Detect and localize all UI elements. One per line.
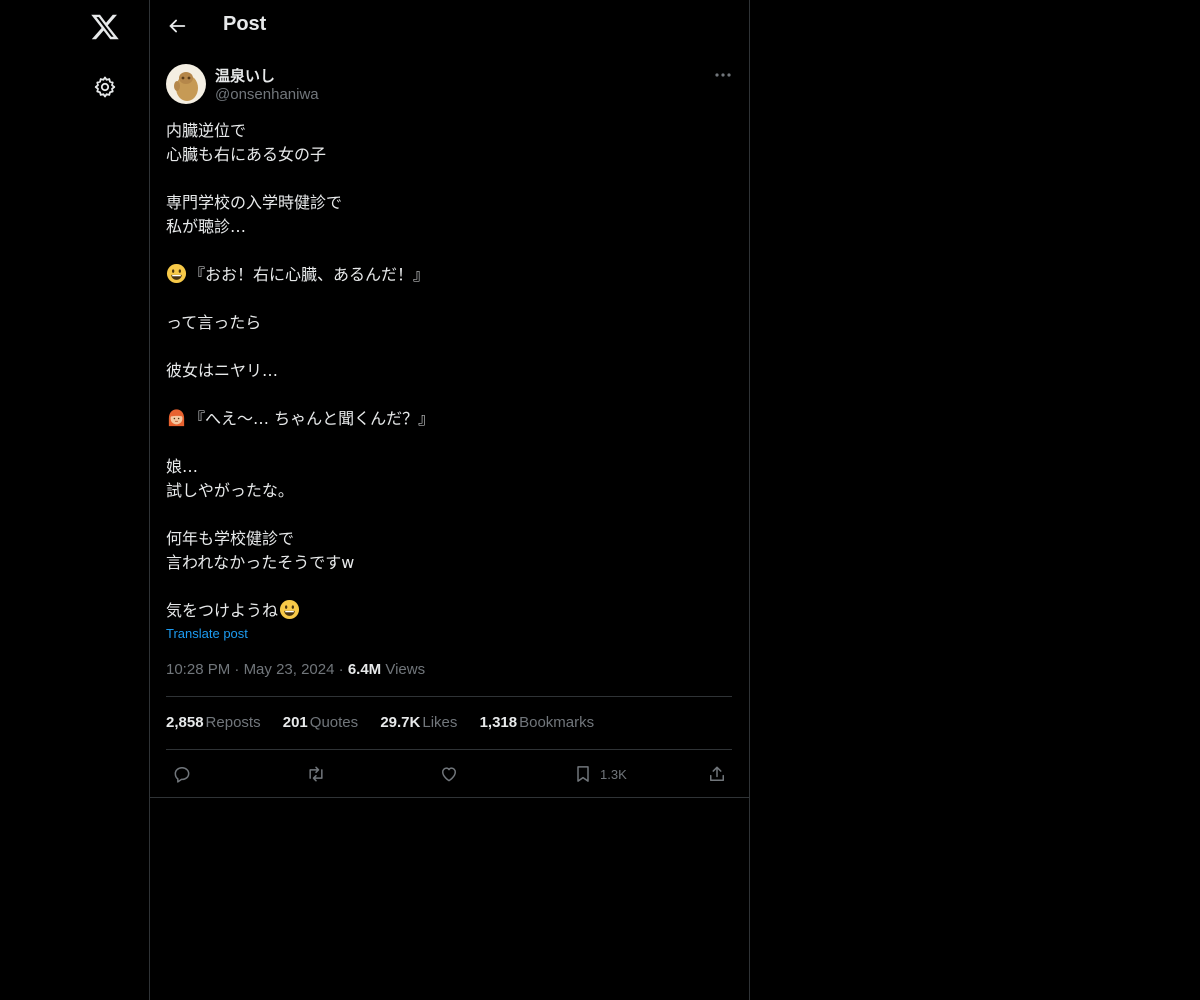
stat-reposts[interactable]: 2,858 Reposts xyxy=(166,714,261,731)
reply-button[interactable] xyxy=(172,760,192,788)
post-line: 専門学校の入学時健診で xyxy=(166,193,343,212)
action-bar: 1.3K xyxy=(166,760,732,788)
post-line: って言ったら xyxy=(166,313,262,332)
translate-post-link[interactable]: Translate post xyxy=(166,626,248,641)
views-count: 6.4M xyxy=(347,661,382,678)
meta-dot: · xyxy=(234,661,244,678)
gear-icon[interactable] xyxy=(93,75,117,99)
post-line: 何年も学校健診で xyxy=(166,529,295,548)
share-icon xyxy=(710,766,724,781)
post-header: Post xyxy=(150,0,749,53)
post-text: 内臓逆位で 心臓も右にある女の子 専門学校の入学時健診で 私が聴診… 『おお！右… xyxy=(166,119,726,623)
meta-dot: · xyxy=(338,661,348,678)
post-line: 試しやがったな。 xyxy=(166,481,294,500)
share-button[interactable] xyxy=(707,760,727,788)
bookmark-button[interactable]: 1.3K xyxy=(573,760,627,788)
author-handle[interactable]: @onsenhaniwa xyxy=(215,86,319,103)
left-nav xyxy=(0,0,149,1000)
stat-quotes[interactable]: 201 Quotes xyxy=(283,714,358,731)
like-button[interactable] xyxy=(439,760,459,788)
page-title: Post xyxy=(223,13,267,35)
divider xyxy=(150,797,749,798)
repost-button[interactable] xyxy=(306,760,326,788)
post-line: 『おお！右に心臓、あるんだ！』 xyxy=(189,265,430,284)
stat-likes[interactable]: 29.7K Likes xyxy=(380,714,457,731)
heart-icon xyxy=(442,767,456,782)
divider xyxy=(166,696,732,697)
grinning-face-emoji-icon xyxy=(279,599,300,620)
post-line: 彼女はニヤリ… xyxy=(166,361,279,380)
post-column: Post 温泉いし @onsenhaniwa 内臓逆位で 心臓も右にある女の子 … xyxy=(149,0,750,1000)
post-line-with-emoji: 気をつけようね xyxy=(166,599,726,623)
bookmark-count: 1.3K xyxy=(600,766,627,782)
post-line: 言われなかったそうですw xyxy=(166,553,355,572)
post-line: 『へえ〜… ちゃんと聞くんだ？』 xyxy=(189,409,435,428)
post-meta: 10:28 PM · May 23, 2024 · 6.4M Views xyxy=(166,661,425,678)
post-line-with-emoji: 『へえ〜… ちゃんと聞くんだ？』 xyxy=(166,407,726,431)
stat-bookmarks[interactable]: 1,318 Bookmarks xyxy=(480,714,595,731)
post-time[interactable]: 10:28 PM xyxy=(166,661,230,678)
post-line: 内臓逆位で xyxy=(166,121,247,140)
grinning-face-emoji-icon xyxy=(166,263,187,284)
post-line: 娘… xyxy=(166,457,199,476)
post-line: 気をつけようね xyxy=(166,601,279,620)
arrow-left-icon[interactable] xyxy=(166,15,188,37)
more-options-icon[interactable] xyxy=(712,66,734,84)
post-date[interactable]: May 23, 2024 xyxy=(244,661,335,678)
bookmark-icon xyxy=(577,766,589,782)
woman-emoji-icon xyxy=(168,409,185,427)
repost-icon xyxy=(309,766,323,782)
divider xyxy=(166,749,732,750)
post-line-with-emoji: 『おお！右に心臓、あるんだ！』 xyxy=(166,263,726,287)
avatar[interactable] xyxy=(166,64,206,104)
post-line: 私が聴診… xyxy=(166,217,247,236)
x-logo-icon[interactable] xyxy=(90,12,120,42)
post-line: 心臓も右にある女の子 xyxy=(166,145,327,164)
engagement-stats: 2,858 Reposts 201 Quotes 29.7K Likes 1,318 B… xyxy=(166,714,612,731)
views-label: Views xyxy=(385,661,426,678)
reply-icon xyxy=(174,767,190,783)
author-display-name[interactable]: 温泉いし xyxy=(215,65,275,86)
